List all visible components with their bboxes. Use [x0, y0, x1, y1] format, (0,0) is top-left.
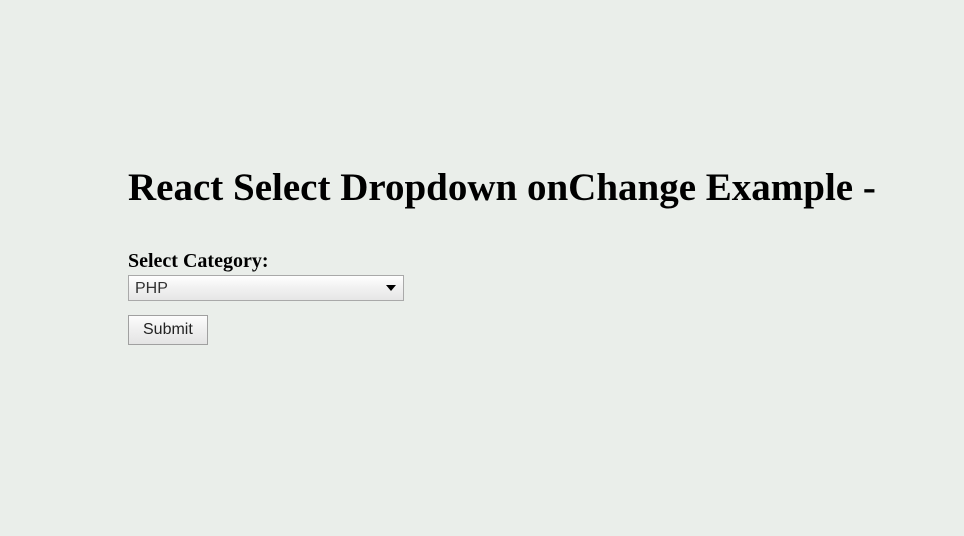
category-select[interactable]: PHP — [128, 275, 404, 301]
page-title: React Select Dropdown onChange Example - — [128, 165, 964, 210]
category-label: Select Category: — [128, 250, 964, 273]
submit-button[interactable]: Submit — [128, 315, 208, 345]
category-select-wrapper: PHP — [128, 275, 404, 301]
